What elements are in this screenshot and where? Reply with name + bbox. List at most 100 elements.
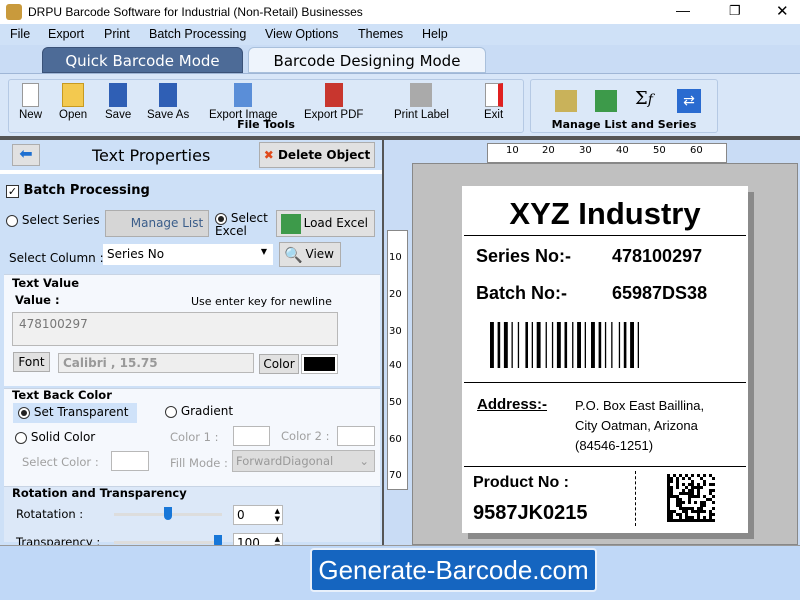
barcode-bar: [512, 322, 513, 368]
edit-list-icon[interactable]: [555, 90, 577, 112]
value-textarea[interactable]: 478100297: [12, 312, 338, 346]
menu-export[interactable]: Export: [48, 27, 84, 41]
datamatrix-module: [667, 504, 670, 507]
datamatrix-module: [700, 519, 703, 522]
close-button[interactable]: ✕: [776, 2, 789, 20]
datamatrix-module: [667, 486, 670, 489]
datamatrix-module: [703, 495, 706, 498]
gradient-radio[interactable]: Gradient: [165, 404, 233, 418]
label-title[interactable]: XYZ Industry: [462, 196, 748, 232]
batch-value[interactable]: 65987DS38: [612, 283, 707, 304]
datamatrix-module: [709, 516, 712, 519]
transparency-slider[interactable]: [114, 541, 222, 544]
datamatrix-module: [688, 501, 691, 504]
datamatrix-module: [676, 519, 679, 522]
linear-barcode[interactable]: [490, 322, 722, 368]
color-button[interactable]: Color: [259, 354, 299, 374]
datamatrix-module: [694, 495, 697, 498]
load-excel-button[interactable]: Load Excel: [276, 210, 375, 237]
barcode-label[interactable]: XYZ Industry Series No:- 478100297 Batch…: [462, 186, 748, 533]
datamatrix-module: [697, 483, 700, 486]
tab-quick-barcode-mode[interactable]: Quick Barcode Mode: [42, 47, 243, 73]
manage-list-button[interactable]: Manage List: [105, 210, 209, 237]
export-image-button[interactable]: Export Image: [209, 83, 277, 121]
panel-title: Text Properties: [92, 146, 210, 165]
datamatrix-module: [679, 501, 682, 504]
new-button[interactable]: New: [19, 83, 42, 121]
image-icon: [234, 83, 252, 107]
datamatrix-module: [703, 480, 706, 483]
datamatrix-barcode[interactable]: [667, 474, 715, 522]
font-button[interactable]: Font: [13, 352, 50, 372]
batch-label[interactable]: Batch No:-: [476, 283, 567, 304]
set-transparent-radio[interactable]: Set Transparent: [13, 403, 137, 423]
menu-print[interactable]: Print: [104, 27, 130, 41]
minimize-button[interactable]: —: [676, 2, 690, 18]
export-pdf-button[interactable]: Export PDF: [304, 83, 363, 121]
rotation-transparency-section: Rotation and Transparency Rotatation : 0…: [4, 486, 380, 542]
menu-help[interactable]: Help: [422, 27, 448, 41]
datamatrix-module: [667, 507, 670, 510]
datamatrix-module: [712, 501, 715, 504]
datamatrix-module: [691, 516, 694, 519]
datamatrix-module: [709, 513, 712, 516]
datamatrix-module: [667, 480, 670, 483]
menu-view-options[interactable]: View Options: [265, 27, 338, 41]
menu-themes[interactable]: Themes: [358, 27, 403, 41]
select-column-dropdown[interactable]: Series No▼: [103, 244, 273, 265]
address-text[interactable]: P.O. Box East Baillina,City Oatman, Ariz…: [575, 396, 704, 456]
save-as-button[interactable]: Save As: [147, 83, 189, 121]
datamatrix-module: [712, 519, 715, 522]
datamatrix-module: [697, 516, 700, 519]
product-label[interactable]: Product No :: [473, 474, 569, 492]
tab-barcode-designing-mode[interactable]: Barcode Designing Mode: [248, 47, 486, 73]
menu-file[interactable]: File: [10, 27, 30, 41]
website-banner[interactable]: Generate-Barcode.com: [310, 548, 597, 592]
batch-processing-checkbox[interactable]: ✓ Batch Processing: [6, 183, 150, 198]
save-button[interactable]: Save: [105, 83, 131, 121]
datamatrix-module: [691, 483, 694, 486]
datamatrix-module: [706, 498, 709, 501]
restore-button[interactable]: ❐: [729, 3, 741, 19]
datamatrix-module: [712, 489, 715, 492]
rotation-slider-thumb[interactable]: [164, 507, 172, 520]
open-button[interactable]: Open: [59, 83, 87, 121]
print-label-button[interactable]: Print Label: [394, 83, 449, 121]
select-excel-radio[interactable]: Select Excel: [215, 212, 275, 237]
text-color-swatch[interactable]: [301, 354, 338, 374]
datamatrix-module: [712, 513, 715, 516]
datamatrix-module: [700, 504, 703, 507]
menu-batch-processing[interactable]: Batch Processing: [149, 27, 246, 41]
formula-icon[interactable]: Σf: [635, 88, 653, 109]
datamatrix-module: [694, 510, 697, 513]
datamatrix-module: [679, 507, 682, 510]
datamatrix-module: [685, 474, 688, 477]
datamatrix-module: [667, 498, 670, 501]
file-tools-label: File Tools: [9, 118, 523, 131]
product-value[interactable]: 9587JK0215: [473, 502, 588, 525]
view-button[interactable]: 🔍View: [279, 242, 341, 267]
datamatrix-module: [673, 510, 676, 513]
back-button[interactable]: ⬅: [12, 144, 40, 166]
datamatrix-module: [700, 501, 703, 504]
series-value[interactable]: 478100297: [612, 246, 702, 267]
barcode-bar: [577, 322, 581, 368]
exit-button[interactable]: Exit: [484, 83, 503, 121]
series-label[interactable]: Series No:-: [476, 246, 571, 267]
rotation-slider[interactable]: [114, 513, 222, 516]
datamatrix-module: [682, 519, 685, 522]
datamatrix-module: [682, 489, 685, 492]
text-properties-panel: ⬅ Text Properties ✖ Delete Object ✓ Batc…: [0, 140, 384, 545]
select-series-radio[interactable]: Select Series: [6, 213, 100, 227]
barcode-bar: [585, 322, 586, 368]
datamatrix-module: [679, 474, 682, 477]
address-label[interactable]: Address:-: [477, 396, 547, 413]
solid-color-radio[interactable]: Solid Color: [15, 430, 95, 444]
rotation-spinner[interactable]: 0▲▼: [233, 505, 283, 525]
excel-icon[interactable]: [595, 90, 617, 112]
datamatrix-module: [670, 480, 673, 483]
datamatrix-module: [688, 516, 691, 519]
swap-arrows-icon[interactable]: ⇄: [677, 89, 701, 113]
datamatrix-module: [670, 513, 673, 516]
delete-object-button[interactable]: ✖ Delete Object: [259, 142, 375, 168]
